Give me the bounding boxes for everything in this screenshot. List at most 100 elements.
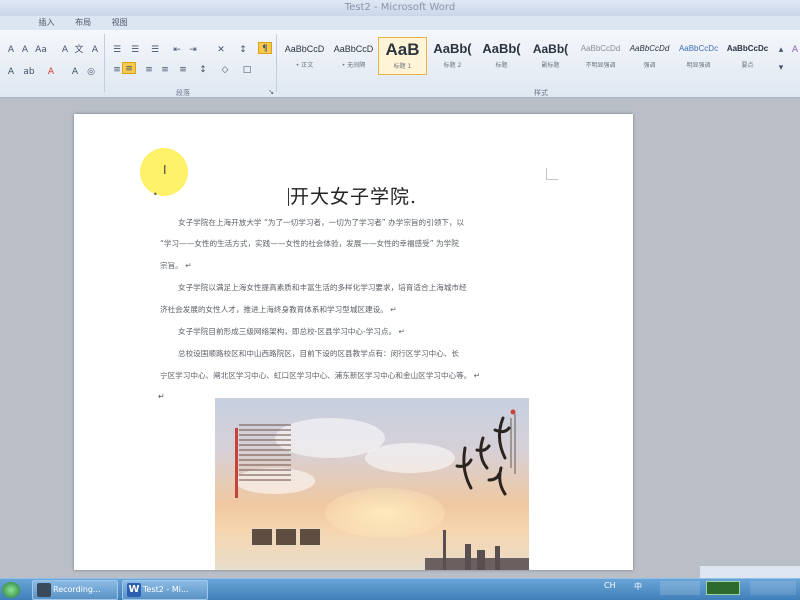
tray-ime[interactable]: 中 (634, 581, 642, 592)
style-preview: AaBbCcD (333, 44, 374, 54)
paragraph-line[interactable]: 女子学院以满足上海女性提高素质和丰富生活的多样化学习要求，培育适合上海城市经 (178, 283, 467, 293)
style-name: 副标题 (541, 62, 560, 69)
style-emphasis[interactable]: AaBbCcDd 强调 (625, 37, 674, 75)
sort-icon[interactable]: ↕ (236, 44, 250, 56)
style-preview: AaBbCcD (284, 44, 325, 54)
align-center-icon[interactable]: ≡ (122, 62, 136, 74)
clear-format-icon[interactable]: A (58, 44, 72, 56)
text-line (239, 434, 291, 436)
paragraph-line[interactable]: 总校设国顺路校区和中山西路院区，目前下设的区县教学点有：闵行区学习中心、长 (178, 349, 459, 359)
tray-icons[interactable] (660, 581, 700, 595)
sun-glow (325, 488, 445, 538)
tab-insert[interactable]: 插入 (39, 16, 55, 30)
text-line (239, 424, 291, 426)
font-size-down-icon[interactable]: A (18, 44, 32, 56)
distribute-icon[interactable]: ≡ (176, 64, 190, 76)
style-heading-2[interactable]: AaBb( 标题 2 (428, 37, 477, 75)
divider (104, 34, 105, 92)
paragraph-line[interactable]: 女子学院在上海开放大学 “为了一切学习者，一切为了学习者” 办学宗旨的引领下，以 (178, 218, 464, 228)
increase-indent-icon[interactable]: ⇥ (186, 44, 200, 56)
style-preview: AaB (385, 40, 420, 59)
tray-extra-icons[interactable] (750, 581, 796, 595)
style-title[interactable]: AaBb( 标题 (477, 37, 526, 75)
phonetic-icon[interactable]: 文 (72, 44, 86, 56)
text-line (239, 474, 291, 476)
para-border-icon[interactable]: □ (240, 64, 254, 76)
line-spacing-icon[interactable]: ↕ (196, 64, 210, 76)
style-normal[interactable]: AaBbCcD • 正文 (280, 37, 329, 75)
styles-group-label: 样式 (534, 89, 548, 97)
text-effect-icon[interactable]: A (4, 66, 18, 78)
paragraph-line[interactable]: 济社会发展的女性人才，推进上海终身教育体系和学习型城区建设。 ↵ (160, 305, 397, 315)
bullets-icon[interactable]: ☰ (110, 44, 124, 56)
taskbar-button-label: Test2 - Mi... (143, 585, 189, 594)
style-intense-emphasis[interactable]: AaBbCcDc 明显强调 (674, 37, 723, 75)
numbering-icon[interactable]: ☰ (128, 44, 142, 56)
ribbon-tabs: 插入 布局 视图 (0, 16, 800, 30)
style-preview: AaBbCcDd (629, 44, 670, 53)
change-styles-icon[interactable]: A (788, 44, 800, 56)
justify-icon[interactable]: ≡ (158, 64, 172, 76)
document-title-text: 开大女子学院. (290, 186, 418, 208)
document-title[interactable]: 开大女子学院. (288, 182, 417, 209)
battery-icon[interactable] (706, 581, 740, 595)
style-preview: AaBb( (532, 42, 569, 56)
style-no-spacing[interactable]: AaBbCcD • 无间隔 (329, 37, 378, 75)
style-heading-1[interactable]: AaB 标题 1 (378, 37, 427, 75)
inserted-picture[interactable] (215, 398, 529, 570)
recording-icon (37, 583, 51, 597)
text-line (239, 469, 291, 471)
paragraph-line[interactable]: “学习——女性的生活方式，实践——女性的社会体验，发展——女性的幸福感受” 为学… (160, 239, 459, 249)
enclose-char-icon[interactable]: ◎ (84, 66, 98, 78)
font-size-up-icon[interactable]: A (4, 44, 18, 56)
word-icon: W (127, 583, 141, 597)
tab-layout[interactable]: 布局 (75, 16, 91, 30)
paragraph-bullet: • (153, 190, 158, 199)
styles-more-icon[interactable]: ▾ (774, 62, 788, 74)
style-strong[interactable]: AaBbCcDc 要点 (723, 37, 772, 75)
highlight-icon[interactable]: ab (22, 66, 36, 78)
style-subtitle[interactable]: AaBb( 副标题 (526, 37, 575, 75)
align-right-icon[interactable]: ≡ (142, 64, 156, 76)
divider (276, 34, 277, 92)
border-char-icon[interactable]: A (88, 44, 102, 56)
cloud (365, 443, 455, 473)
tv-tower (443, 530, 446, 570)
paragraph-line[interactable]: 宗旨。 ↵ (160, 261, 192, 271)
para-shading-icon[interactable]: ◇ (218, 64, 232, 76)
start-orb-icon[interactable] (2, 582, 20, 598)
text-line (239, 479, 291, 481)
change-case-icon[interactable]: Aa (34, 44, 48, 56)
cursor-icon: I (163, 163, 167, 177)
paragraph-line[interactable]: 宁区学习中心、闸北区学习中心、虹口区学习中心、浦东新区学习中心和金山区学习中心等… (160, 371, 480, 381)
window-title: Test2 - Microsoft Word (0, 0, 800, 16)
font-color-icon[interactable]: A (44, 66, 58, 78)
status-bar-views[interactable] (700, 566, 800, 578)
tray-lang[interactable]: CH (604, 581, 616, 590)
building (495, 546, 500, 570)
tab-view[interactable]: 视图 (112, 16, 128, 30)
taskbar-recording-button[interactable]: Recording... (32, 580, 118, 600)
poster-text-block (239, 424, 291, 484)
style-name: 标题 1 (393, 63, 412, 70)
empty-paragraph-mark: ↵ (158, 392, 165, 401)
text-line (239, 444, 291, 446)
style-name: 明显强调 (686, 62, 711, 69)
margin-corner-mark (546, 168, 558, 180)
text-line (239, 464, 291, 466)
style-preview: AaBb( (433, 41, 472, 56)
style-name: 不明显强调 (585, 62, 616, 69)
taskbar-word-button[interactable]: W Test2 - Mi... (122, 580, 208, 600)
style-preview: AaBbCcDc (678, 44, 719, 53)
show-marks-icon[interactable]: ¶ (258, 42, 272, 54)
chinese-layout-icon[interactable]: ✕ (214, 44, 228, 56)
style-name: 标题 2 (443, 62, 462, 69)
styles-scroll-icon[interactable]: ▴ (774, 44, 788, 56)
thumbnail-photo (299, 528, 321, 546)
text-line (239, 449, 291, 451)
decrease-indent-icon[interactable]: ⇤ (170, 44, 184, 56)
shading-icon[interactable]: A (68, 66, 82, 78)
style-subtle-emphasis[interactable]: AaBbCcDd 不明显强调 (576, 37, 625, 75)
paragraph-line[interactable]: 女子学院目前形成三级网络架构，即总校-区县学习中心-学习点。 ↵ (178, 327, 405, 337)
multilevel-list-icon[interactable]: ☰ (148, 44, 162, 56)
